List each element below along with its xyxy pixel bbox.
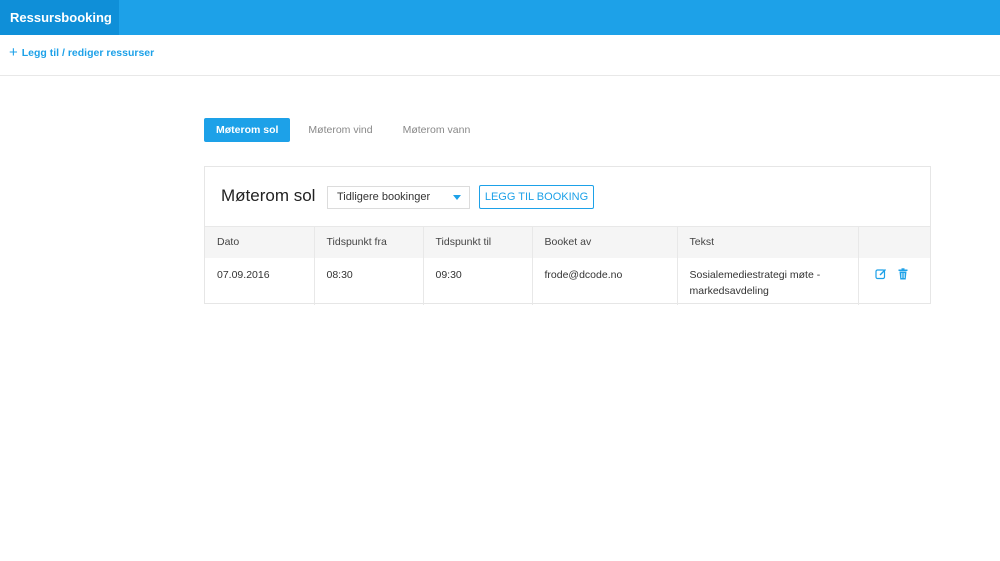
cell-from: 08:30 xyxy=(314,257,424,305)
column-header-booked-by: Booket av xyxy=(532,226,678,258)
column-header-actions xyxy=(858,226,930,258)
resource-tabs: Møterom sol Møterom vind Møterom vann xyxy=(204,118,488,142)
table-row: 07.09.2016 08:30 09:30 frode@dcode.no So… xyxy=(205,257,930,305)
cell-text: Sosialemediestrategi møte - markedsavdel… xyxy=(677,257,859,305)
booking-filter-select[interactable]: Tidligere bookinger xyxy=(327,186,470,209)
cell-date: 07.09.2016 xyxy=(205,257,315,305)
add-booking-button[interactable]: LEGG TIL BOOKING xyxy=(479,185,594,209)
tab-moterom-vann[interactable]: Møterom vann xyxy=(391,118,483,142)
plus-icon: + xyxy=(9,44,18,61)
booking-table: Dato Tidspunkt fra Tidspunkt til Booket … xyxy=(205,226,930,305)
column-header-from: Tidspunkt fra xyxy=(314,226,424,258)
caret-down-icon xyxy=(453,195,461,200)
column-header-to: Tidspunkt til xyxy=(423,226,533,258)
booking-filter-value: Tidligere bookinger xyxy=(337,191,431,203)
edit-icon[interactable] xyxy=(874,268,887,280)
add-edit-resources-label: Legg til / rediger ressurser xyxy=(21,47,155,59)
cell-actions xyxy=(858,258,930,305)
booking-panel: Møterom sol Tidligere bookinger LEGG TIL… xyxy=(204,166,931,305)
top-bar: Ressursbooking xyxy=(0,0,1000,35)
column-header-date: Dato xyxy=(205,226,315,258)
add-edit-resources-link[interactable]: + Legg til / rediger ressurser xyxy=(9,44,155,61)
cell-booked-by: frode@dcode.no xyxy=(532,257,678,305)
tab-moterom-sol[interactable]: Møterom sol xyxy=(204,118,291,142)
sub-toolbar: + Legg til / rediger ressurser xyxy=(0,35,1000,76)
tab-moterom-vind[interactable]: Møterom vind xyxy=(296,118,384,142)
panel-title: Møterom sol xyxy=(221,186,316,205)
trash-icon[interactable] xyxy=(897,267,909,280)
column-header-text: Tekst xyxy=(677,226,859,258)
app-title[interactable]: Ressursbooking xyxy=(0,0,119,35)
table-header-row: Dato Tidspunkt fra Tidspunkt til Booket … xyxy=(205,226,930,258)
cell-to: 09:30 xyxy=(423,257,533,305)
